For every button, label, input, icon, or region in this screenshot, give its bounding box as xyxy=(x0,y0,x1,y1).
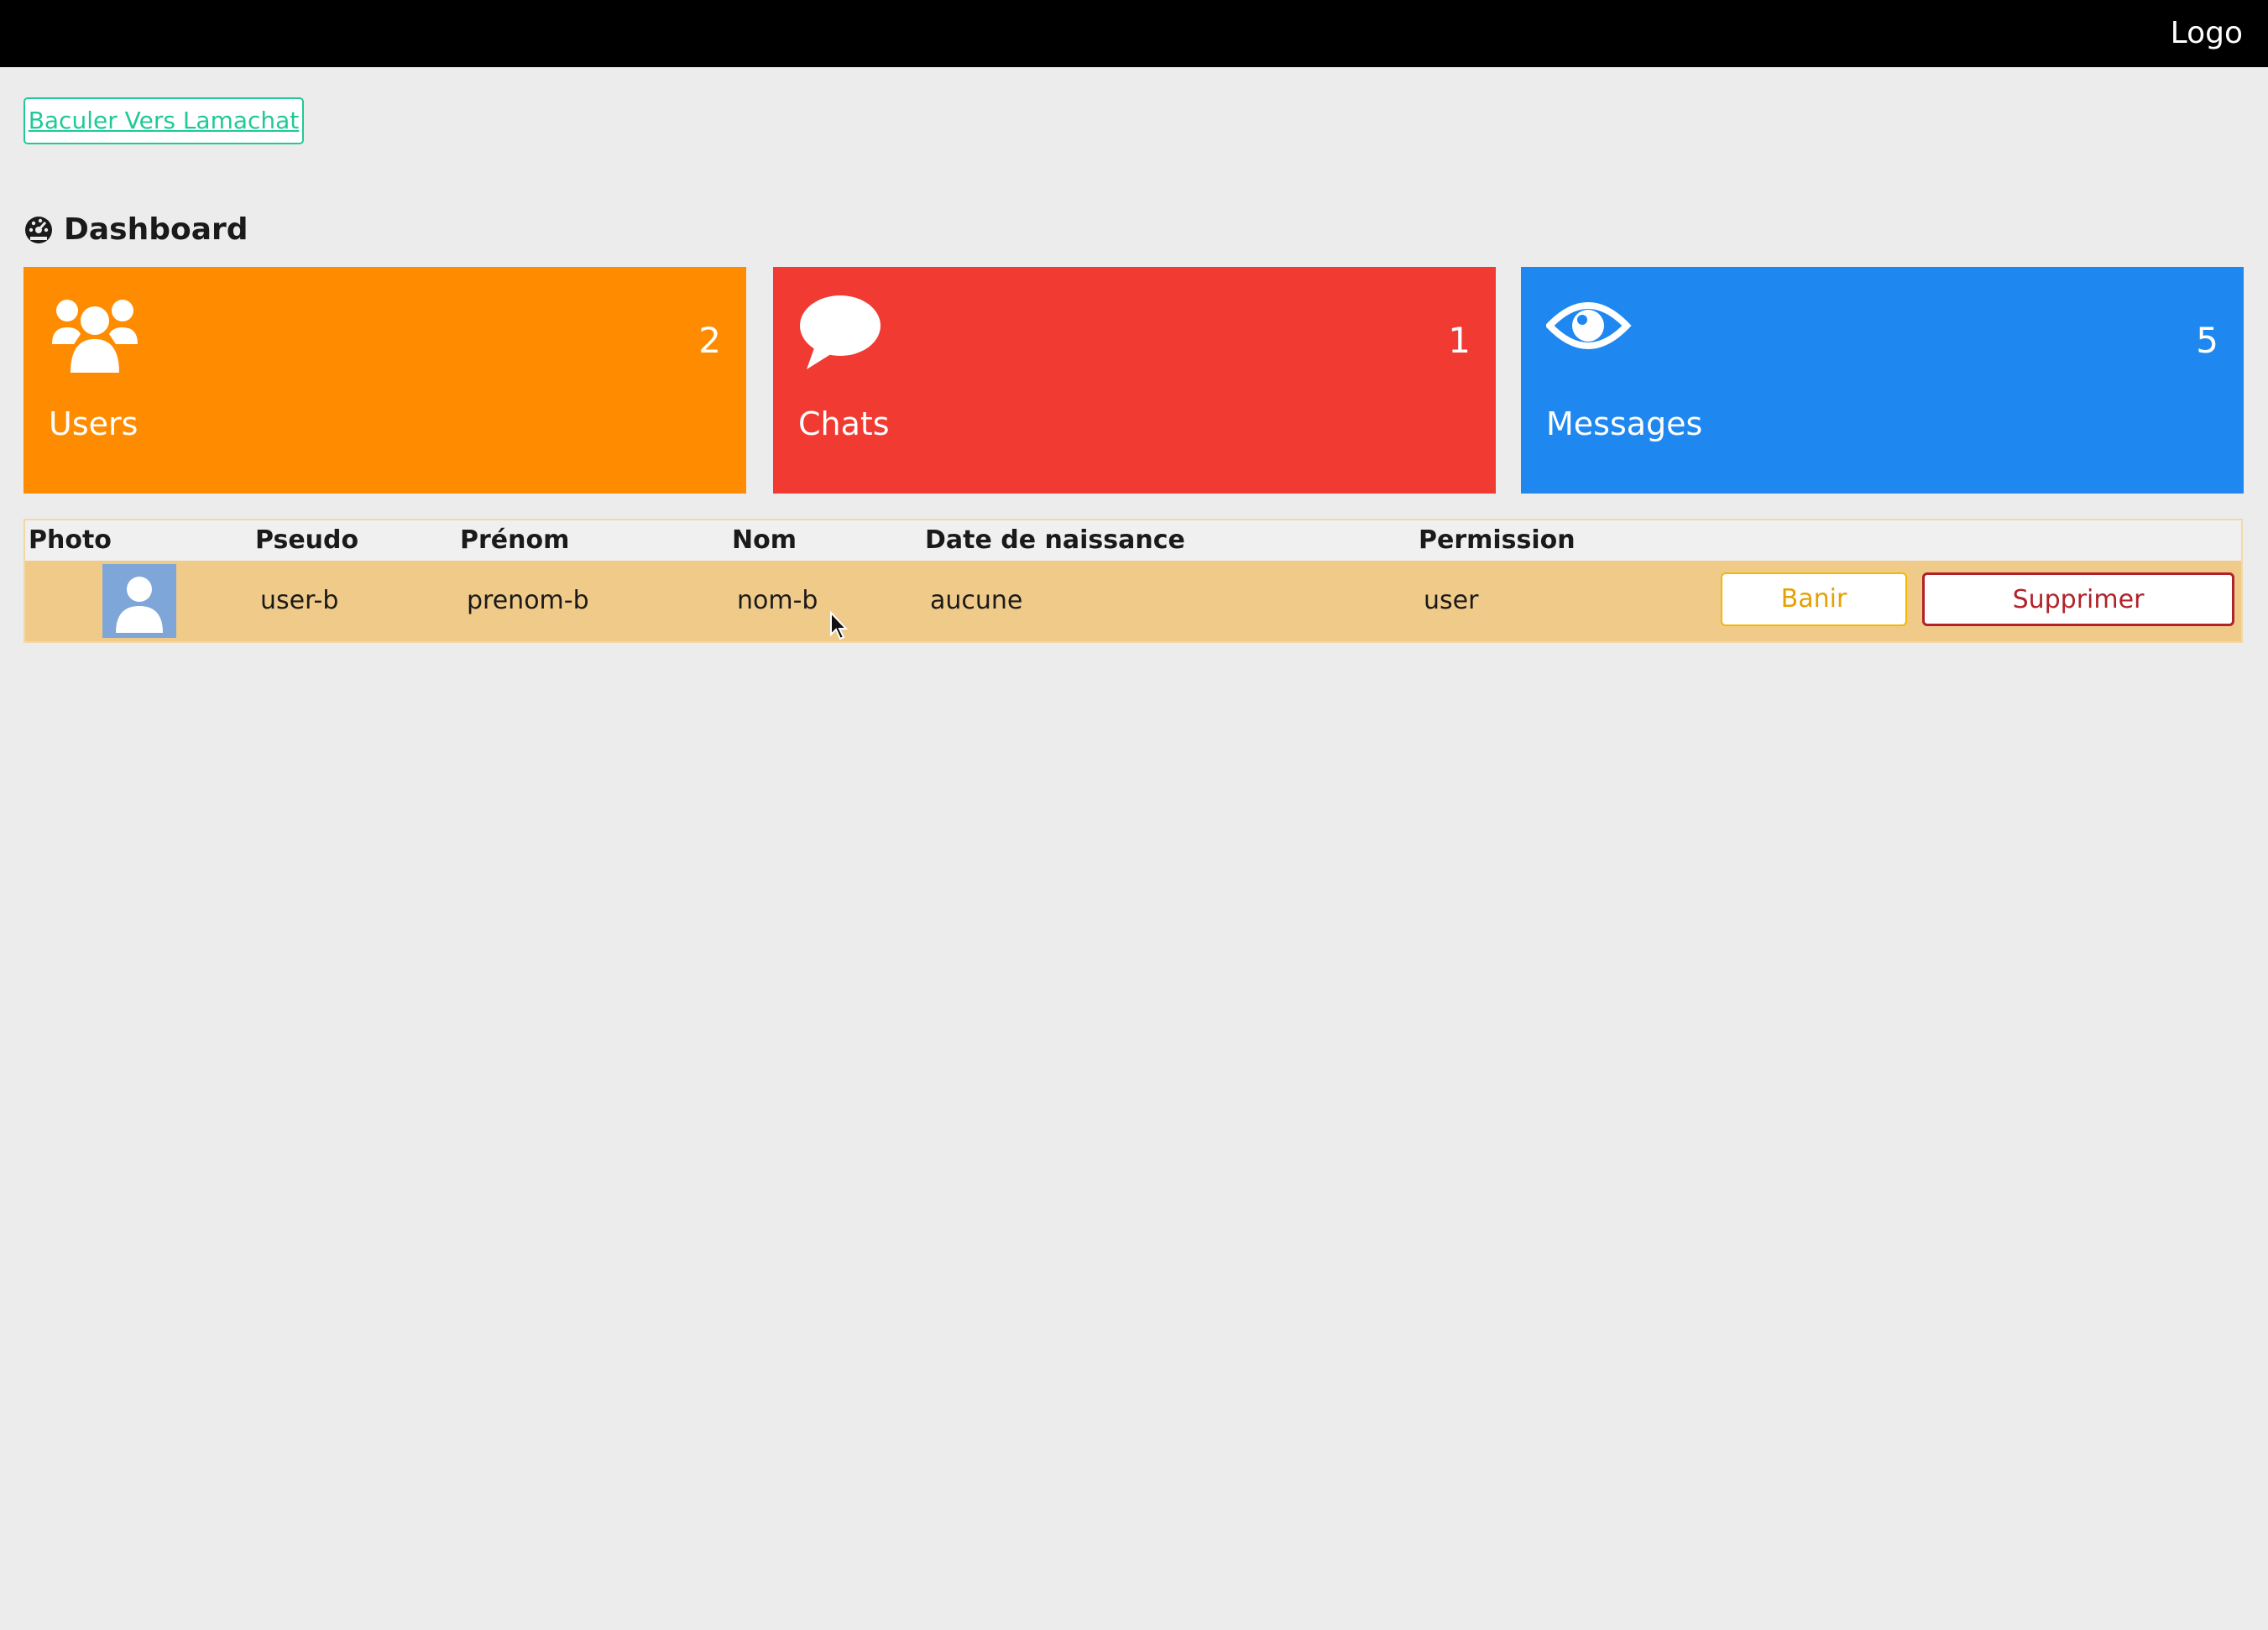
users-card[interactable]: 2 Users xyxy=(24,267,746,494)
column-header-prenom: Prénom xyxy=(460,525,570,555)
column-header-photo: Photo xyxy=(29,525,112,555)
cell-prenom: prenom-b xyxy=(467,586,589,615)
eye-icon xyxy=(1546,302,1632,349)
table-row: user-b prenom-b nom-b aucune user Banir … xyxy=(25,561,2241,641)
user-avatar xyxy=(102,564,176,638)
column-header-date-naissance: Date de naissance xyxy=(925,525,1185,555)
comment-icon xyxy=(800,295,881,369)
switch-to-lamachat-link[interactable]: Baculer Vers Lamachat xyxy=(24,97,304,144)
user-avatar-icon xyxy=(116,577,163,633)
messages-card[interactable]: 5 Messages xyxy=(1521,267,2244,494)
cell-date-naissance: aucune xyxy=(930,586,1023,615)
tachometer-icon xyxy=(25,217,52,243)
ban-button[interactable]: Banir xyxy=(1721,572,1907,626)
top-navbar: Logo xyxy=(0,0,2268,67)
mouse-cursor-icon xyxy=(830,611,849,640)
chats-card[interactable]: 1 Chats xyxy=(773,267,1496,494)
logo[interactable]: Logo xyxy=(2171,13,2243,54)
users-table: Photo Pseudo Prénom Nom Date de naissanc… xyxy=(24,519,2243,643)
delete-button[interactable]: Supprimer xyxy=(1922,572,2234,626)
table-header: Photo Pseudo Prénom Nom Date de naissanc… xyxy=(25,520,2241,561)
column-header-permission: Permission xyxy=(1419,525,1576,555)
messages-label: Messages xyxy=(1546,405,1703,442)
chats-count: 1 xyxy=(1448,320,1471,361)
cell-nom: nom-b xyxy=(737,586,818,615)
page-title: Dashboard xyxy=(24,208,248,250)
cell-pseudo: user-b xyxy=(260,586,339,615)
column-header-nom: Nom xyxy=(732,525,797,555)
column-header-pseudo: Pseudo xyxy=(255,525,359,555)
chats-label: Chats xyxy=(798,405,890,442)
users-label: Users xyxy=(49,405,138,442)
users-icon xyxy=(52,300,138,373)
page-title-text: Dashboard xyxy=(64,212,248,247)
cell-permission: user xyxy=(1424,586,1479,615)
users-count: 2 xyxy=(698,320,721,361)
messages-count: 5 xyxy=(2196,320,2218,361)
